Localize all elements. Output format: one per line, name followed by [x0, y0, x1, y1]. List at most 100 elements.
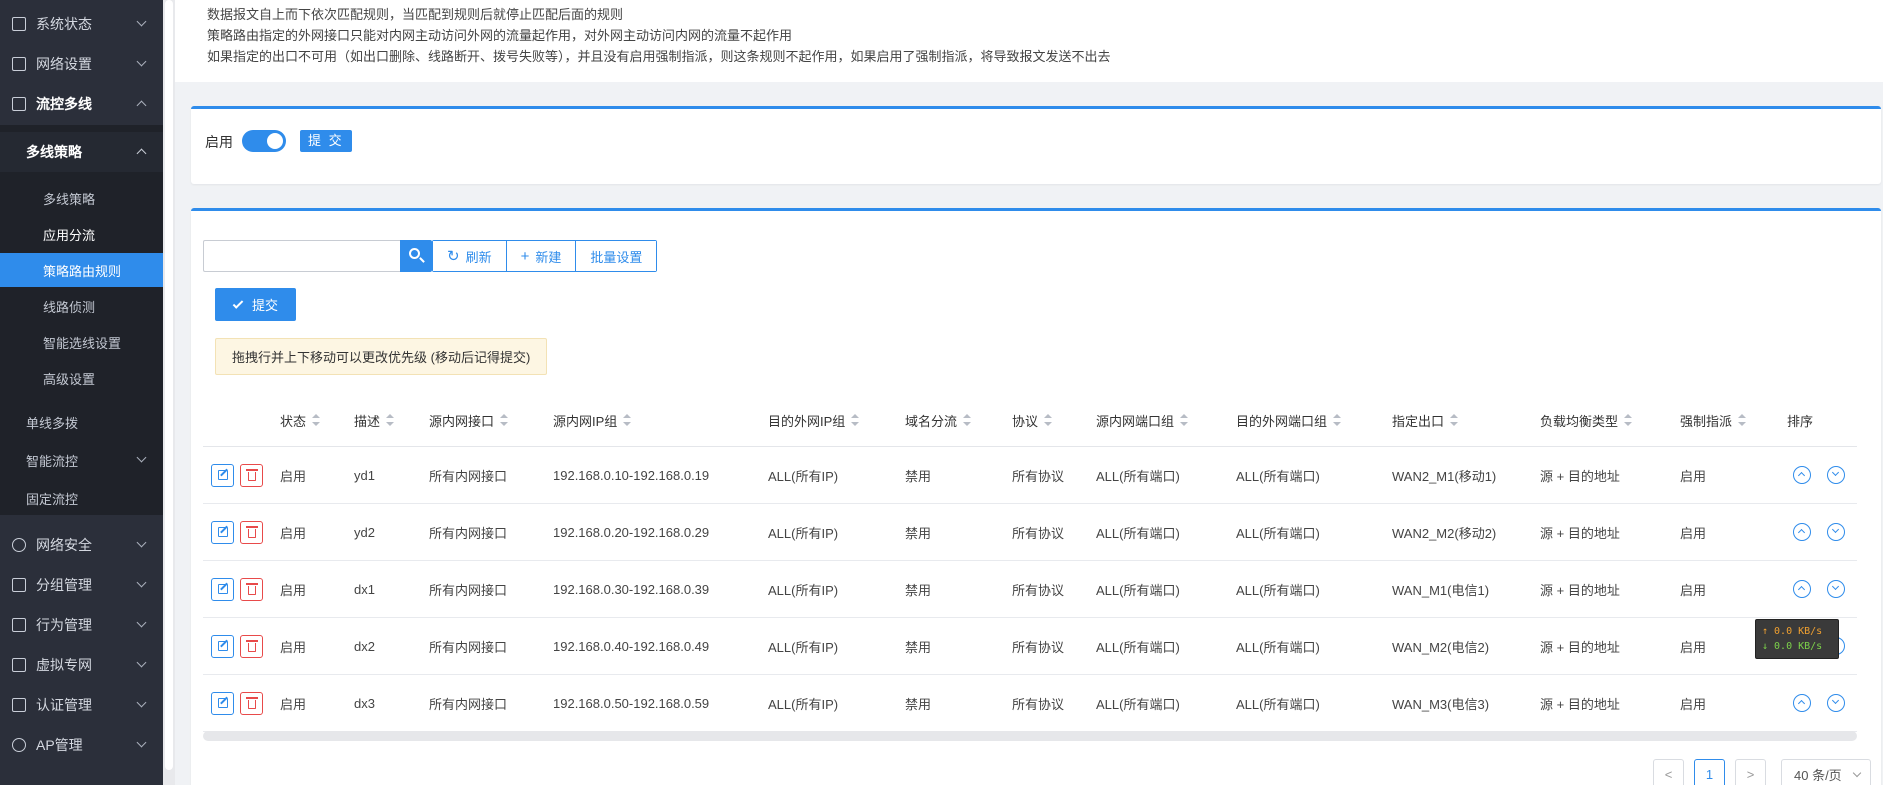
- cell-dst-port: ALL(所有端口): [1236, 697, 1320, 712]
- move-down-button[interactable]: [1827, 580, 1845, 598]
- delete-button[interactable]: [240, 464, 263, 487]
- cell-dst-port: ALL(所有端口): [1236, 640, 1320, 655]
- col-domain[interactable]: 域名分流: [905, 393, 972, 447]
- edit-button[interactable]: [211, 692, 234, 715]
- col-label: 负载均衡类型: [1540, 413, 1619, 429]
- enable-submit-button[interactable]: 提 交: [300, 130, 352, 152]
- submenu-multiline-strategy[interactable]: 多线策略: [0, 132, 163, 172]
- chevron-down-icon: [136, 452, 147, 463]
- enable-toggle[interactable]: [242, 130, 286, 152]
- nav-network-settings[interactable]: 网络设置: [0, 44, 163, 84]
- move-down-button[interactable]: [1827, 523, 1845, 541]
- toggle-knob: [267, 133, 283, 149]
- move-up-button[interactable]: [1793, 694, 1811, 712]
- table-row[interactable]: 启用 dx3 所有内网接口 192.168.0.50-192.168.0.59 ALL(…: [203, 675, 1857, 732]
- edit-button[interactable]: [211, 521, 234, 544]
- nav-system-status[interactable]: 系统状态: [0, 4, 163, 44]
- check-icon: [232, 297, 244, 309]
- nav-label: 网络设置: [36, 56, 92, 72]
- table-body: 启用 yd1 所有内网接口 192.168.0.10-192.168.0.19 ALL(…: [203, 447, 1857, 732]
- col-status[interactable]: 状态: [280, 393, 321, 447]
- cell-exit: WAN_M1(电信1): [1392, 583, 1490, 598]
- nav-ap-management[interactable]: AP管理: [0, 725, 163, 765]
- cell-status: 启用: [280, 469, 307, 484]
- move-down-button[interactable]: [1827, 466, 1845, 484]
- col-dst-ip[interactable]: 目的外网IP组: [768, 393, 860, 447]
- delete-button[interactable]: [240, 692, 263, 715]
- list-icon: [12, 578, 26, 592]
- next-page-button[interactable]: >: [1735, 759, 1766, 785]
- leaf-smart-select[interactable]: 智能选线设置: [0, 325, 163, 359]
- col-order: 排序: [1787, 393, 1813, 447]
- leaf-advanced[interactable]: 高级设置: [0, 361, 163, 395]
- col-src-ip[interactable]: 源内网IP组: [553, 393, 632, 447]
- leaf-multiline-strategy[interactable]: 多线策略: [0, 181, 163, 215]
- col-force[interactable]: 强制指派: [1680, 393, 1747, 447]
- leaf-policy-routing[interactable]: 策略路由规则: [0, 253, 163, 287]
- search-input[interactable]: [203, 240, 400, 272]
- trash-icon: [246, 469, 258, 481]
- cell-domain: 禁用: [905, 583, 932, 598]
- nav-single-multidial[interactable]: 单线多拨: [0, 403, 163, 441]
- rules-table: 状态 描述 源内网接口 源内网IP组 目的外网IP组 域名分流 协议 源内网端口…: [203, 393, 1857, 732]
- delete-button[interactable]: [240, 635, 263, 658]
- chevron-up-icon: [1797, 471, 1806, 480]
- sort-icon: [1180, 414, 1189, 426]
- create-button[interactable]: + 新建: [506, 241, 577, 271]
- cell-protocol: 所有协议: [1012, 697, 1065, 712]
- nav-fixed-flow[interactable]: 固定流控: [0, 479, 163, 517]
- table-row[interactable]: 启用 dx2 所有内网接口 192.168.0.40-192.168.0.49 ALL(…: [203, 618, 1857, 675]
- col-exit[interactable]: 指定出口: [1392, 393, 1459, 447]
- cell-domain: 禁用: [905, 697, 932, 712]
- submit-button[interactable]: 提交: [215, 288, 296, 321]
- cell-src-iface: 所有内网接口: [429, 526, 508, 541]
- sort-icon: [500, 414, 509, 426]
- refresh-label: 刷新: [465, 249, 492, 265]
- col-src-port[interactable]: 源内网端口组: [1096, 393, 1189, 447]
- toolbar: ↻ 刷新 + 新建 批量设置: [432, 240, 658, 272]
- col-lb-type[interactable]: 负载均衡类型: [1540, 393, 1633, 447]
- table-row[interactable]: 启用 yd2 所有内网接口 192.168.0.20-192.168.0.29 ALL(…: [203, 504, 1857, 561]
- nav-network-security[interactable]: 网络安全: [0, 525, 163, 565]
- nav-label: 认证管理: [36, 697, 92, 713]
- page-1-button[interactable]: 1: [1694, 759, 1725, 785]
- move-up-button[interactable]: [1793, 466, 1811, 484]
- refresh-button[interactable]: ↻ 刷新: [433, 241, 507, 271]
- sidebar: 系统状态 网络设置 流控多线 多线策略 多线策略 应用分流 策略路由规则 线路侦…: [0, 0, 163, 785]
- move-up-button[interactable]: [1793, 580, 1811, 598]
- leaf-app-split[interactable]: 应用分流: [0, 217, 163, 251]
- network-speed-widget: ↑ 0.0 KB/s ↓ 0.0 KB/s: [1755, 619, 1839, 659]
- sidebar-scrollbar-thumb[interactable]: [165, 0, 173, 770]
- search-button[interactable]: [400, 240, 432, 272]
- edit-button[interactable]: [211, 464, 234, 487]
- col-desc[interactable]: 描述: [354, 393, 395, 447]
- delete-button[interactable]: [240, 578, 263, 601]
- prev-page-button[interactable]: <: [1653, 759, 1684, 785]
- nav-flow-multiline[interactable]: 流控多线: [0, 84, 163, 124]
- col-src-iface[interactable]: 源内网接口: [429, 393, 509, 447]
- col-protocol[interactable]: 协议: [1012, 393, 1053, 447]
- cell-force: 启用: [1680, 583, 1707, 598]
- trash-icon: [246, 640, 258, 652]
- nav-label: 网络安全: [36, 537, 92, 553]
- edit-button[interactable]: [211, 635, 234, 658]
- table-row[interactable]: 启用 dx1 所有内网接口 192.168.0.30-192.168.0.39 ALL(…: [203, 561, 1857, 618]
- edit-button[interactable]: [211, 578, 234, 601]
- move-down-button[interactable]: [1827, 694, 1845, 712]
- delete-button[interactable]: [240, 521, 263, 544]
- batch-settings-button[interactable]: 批量设置: [576, 241, 657, 271]
- table-horizontal-scrollbar[interactable]: [203, 731, 1857, 741]
- nav-behavior-management[interactable]: 行为管理: [0, 605, 163, 645]
- leaf-line-detect[interactable]: 线路侦测: [0, 289, 163, 323]
- nav-group-management[interactable]: 分组管理: [0, 565, 163, 605]
- nav-vpn[interactable]: 虚拟专网: [0, 645, 163, 685]
- col-label: 描述: [354, 413, 381, 429]
- nav-label: 系统状态: [36, 16, 92, 32]
- table-row[interactable]: 启用 yd1 所有内网接口 192.168.0.10-192.168.0.19 ALL(…: [203, 447, 1857, 504]
- nav-auth-management[interactable]: 认证管理: [0, 685, 163, 725]
- cell-status: 启用: [280, 640, 307, 655]
- move-up-button[interactable]: [1793, 523, 1811, 541]
- page-size-select[interactable]: 40 条/页: [1781, 759, 1871, 785]
- nav-smart-flow[interactable]: 智能流控: [0, 441, 163, 479]
- col-dst-port[interactable]: 目的外网端口组: [1236, 393, 1342, 447]
